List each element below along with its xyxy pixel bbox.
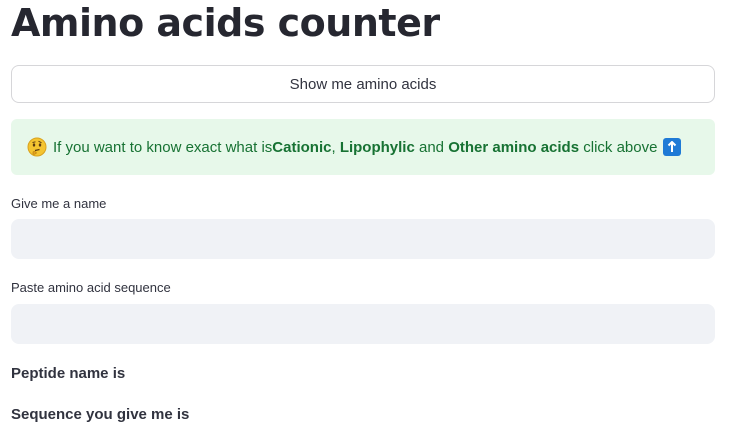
info-and: and — [414, 138, 449, 156]
info-other: Other amino acids — [448, 138, 580, 156]
info-suffix: click above — [579, 138, 658, 156]
info-text-prefix: If you want to know exact what is — [53, 138, 273, 156]
info-comma: , — [331, 138, 340, 156]
sequence-output: Sequence you give me is — [11, 406, 190, 423]
page-title: Amino acids counter — [11, 1, 440, 45]
thinking-face-icon — [27, 137, 47, 157]
info-lipophylic: Lipophylic — [339, 138, 415, 156]
sequence-input[interactable] — [11, 304, 715, 344]
name-input[interactable] — [11, 219, 715, 259]
info-cationic: Cationic — [272, 138, 332, 156]
show-amino-acids-button[interactable]: Show me amino acids — [11, 65, 715, 103]
name-label: Give me a name — [11, 196, 107, 211]
sequence-label: Paste amino acid sequence — [11, 280, 171, 295]
up-arrow-icon — [663, 138, 682, 156]
peptide-name-output: Peptide name is — [11, 365, 126, 382]
info-alert: If you want to know exact what is Cation… — [11, 119, 715, 175]
